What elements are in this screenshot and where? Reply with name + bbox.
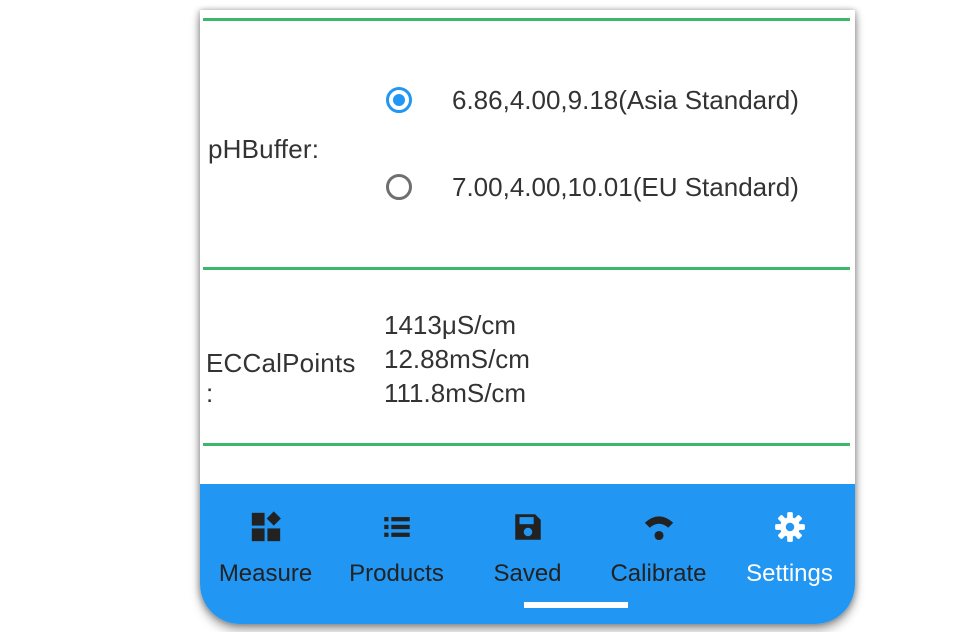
active-tab-indicator <box>524 602 628 608</box>
ph-buffer-label: pHBuffer: <box>208 134 320 164</box>
radio-checked-icon[interactable] <box>386 87 412 113</box>
nav-measure[interactable]: Measure <box>200 484 331 624</box>
ph-buffer-option-asia[interactable]: 6.86,4.00,9.18(Asia Standard) <box>386 80 799 120</box>
ph-buffer-option-label: 7.00,4.00,10.01(EU Standard) <box>452 171 799 202</box>
ec-cal-point: 12.88mS/cm <box>384 344 530 374</box>
section-divider <box>203 18 850 21</box>
nav-label: Products <box>349 560 444 587</box>
nav-label: Settings <box>746 560 833 587</box>
dashboard-icon <box>251 511 281 542</box>
gear-icon <box>774 512 805 542</box>
save-icon <box>514 514 541 540</box>
calibrate-icon <box>644 516 673 541</box>
nav-label: Measure <box>218 560 313 587</box>
ph-buffer-option-label: 6.86,4.00,9.18(Asia Standard) <box>452 84 799 115</box>
radio-unchecked-icon[interactable] <box>386 174 412 200</box>
nav-label: Calibrate <box>610 560 707 587</box>
nav-settings[interactable]: Settings <box>724 484 855 624</box>
ec-cal-point: 1413μS/cm <box>384 310 517 340</box>
ec-cal-point: 111.8mS/cm <box>384 378 527 408</box>
nav-products[interactable]: Products <box>331 484 462 624</box>
nav-label: Saved <box>493 560 562 587</box>
ec-cal-points-colon: : <box>206 378 214 408</box>
ph-buffer-option-eu[interactable]: 7.00,4.00,10.01(EU Standard) <box>386 167 799 207</box>
app-window: pHBuffer: 6.86,4.00,9.18(Asia Standard) … <box>200 10 855 624</box>
list-icon <box>383 517 410 537</box>
section-divider <box>203 267 850 270</box>
screen: pHBuffer: 6.86,4.00,9.18(Asia Standard) … <box>0 0 961 632</box>
section-divider <box>203 443 850 446</box>
ec-cal-points-label: ECCalPoints <box>206 348 356 378</box>
ec-cal-points-list: 1413μS/cm 12.88mS/cm 111.8mS/cm <box>384 308 530 410</box>
